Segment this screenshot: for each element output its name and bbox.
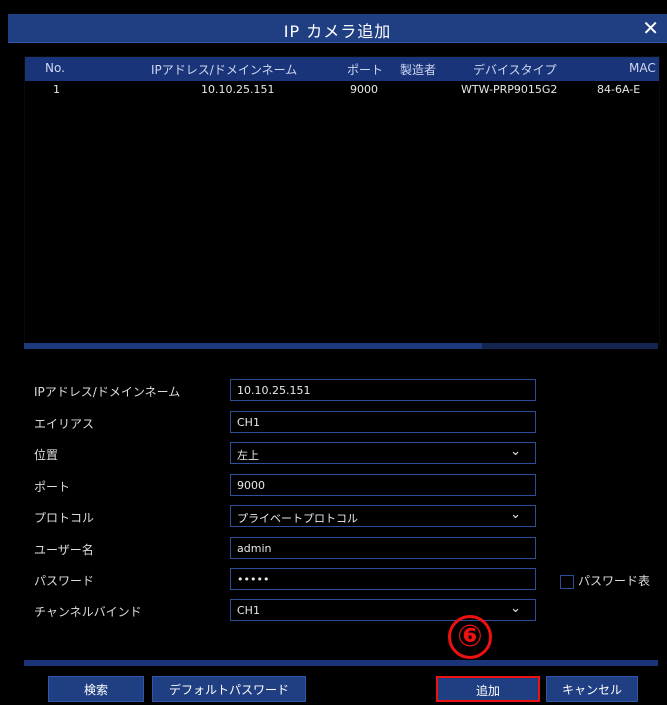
chevron-down-icon[interactable]: ⌄ [510, 601, 521, 616]
password-label: パスワード [34, 574, 95, 588]
port-label: ポート [34, 480, 71, 494]
col-manufacturer[interactable]: 製造者 [400, 61, 436, 78]
table-horizontal-scrollbar[interactable] [24, 343, 658, 349]
alias-input[interactable]: CH1 [230, 411, 536, 433]
form-horizontal-scrollbar[interactable] [24, 660, 658, 666]
cell-port: 9000 [350, 83, 378, 96]
position-select[interactable]: 左上 ⌄ [230, 442, 536, 464]
protocol-value: プライベートプロトコル [237, 512, 358, 525]
position-label: 位置 [34, 448, 59, 462]
cell-ip: 10.10.25.151 [201, 83, 275, 96]
col-no[interactable]: No. [45, 61, 65, 75]
table-header: No. IPアドレス/ドメインネーム ポート 製造者 デバイスタイプ MAC [25, 57, 659, 81]
table-row[interactable]: 1 10.10.25.151 9000 WTW-PRP9015G2 84-6A-… [25, 81, 659, 101]
channel-bind-label: チャンネルバインド [34, 605, 142, 619]
form-scroll-thumb[interactable] [24, 660, 658, 666]
col-port[interactable]: ポート [347, 61, 383, 78]
password-input[interactable]: ••••• [230, 568, 536, 590]
position-value: 左上 [237, 449, 259, 462]
port-input[interactable]: 9000 [230, 474, 536, 496]
device-table: No. IPアドレス/ドメインネーム ポート 製造者 デバイスタイプ MAC 1… [24, 56, 660, 346]
protocol-select[interactable]: プライベートプロトコル ⌄ [230, 505, 536, 527]
show-password-toggle[interactable]: パスワード表 [560, 572, 650, 589]
search-button[interactable]: 検索 [48, 676, 144, 702]
col-device-type[interactable]: デバイスタイプ [473, 61, 557, 78]
alias-label: エイリアス [34, 417, 95, 431]
show-password-label: パスワード表 [578, 574, 651, 588]
dialog-title: IP カメラ追加 [283, 22, 392, 41]
protocol-label: プロトコル [34, 511, 95, 525]
close-icon[interactable]: ✕ [642, 16, 659, 40]
step-six-marker: ⑥ [448, 615, 492, 659]
channel-bind-select[interactable]: CH1 ⌄ [230, 599, 536, 621]
cell-no: 1 [53, 83, 60, 96]
chevron-down-icon[interactable]: ⌄ [510, 444, 521, 459]
show-password-checkbox[interactable] [560, 574, 574, 589]
ip-input[interactable]: 10.10.25.151 [230, 379, 536, 401]
ip-label: IPアドレス/ドメインネーム [34, 385, 181, 399]
cell-device-type: WTW-PRP9015G2 [461, 83, 558, 96]
cancel-button[interactable]: キャンセル [546, 676, 638, 702]
chevron-down-icon[interactable]: ⌄ [510, 507, 521, 522]
col-ip-domain[interactable]: IPアドレス/ドメインネーム [151, 61, 297, 78]
add-button[interactable]: 追加 [436, 676, 540, 702]
add-ip-camera-dialog: IP カメラ追加 ✕ No. IPアドレス/ドメインネーム ポート 製造者 デバ… [0, 0, 667, 705]
default-password-button[interactable]: デフォルトパスワード [152, 676, 306, 702]
username-input[interactable]: admin [230, 537, 536, 559]
dialog-titlebar: IP カメラ追加 ✕ [8, 14, 667, 43]
table-scroll-thumb[interactable] [24, 343, 482, 349]
col-mac[interactable]: MAC [629, 61, 656, 75]
cell-mac: 84-6A-E [597, 83, 641, 96]
channel-bind-value: CH1 [237, 604, 260, 617]
username-label: ユーザー名 [34, 543, 94, 557]
